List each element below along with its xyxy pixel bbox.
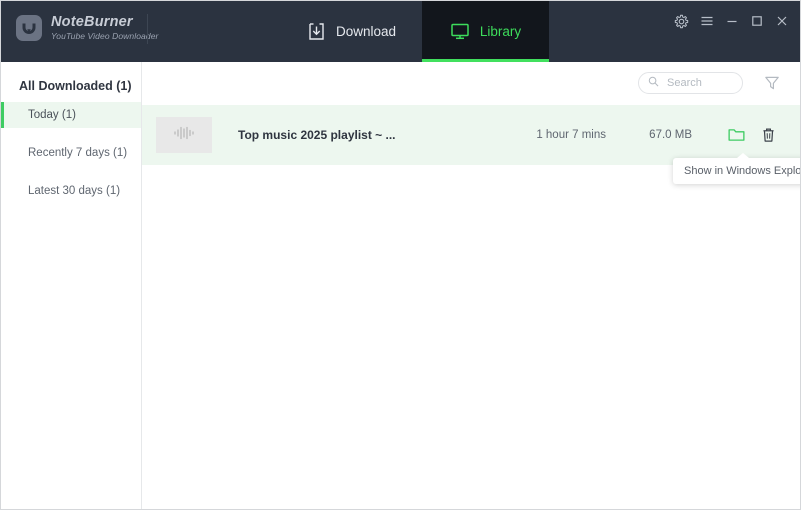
download-tray-icon — [307, 22, 326, 41]
sidebar-item-latest-30-days[interactable]: Latest 30 days (1) — [1, 178, 141, 204]
row-size: 67.0 MB — [649, 129, 692, 141]
header-divider — [147, 14, 148, 44]
tab-library-label: Library — [479, 24, 522, 39]
sidebar-item-label: Latest 30 days (1) — [28, 185, 121, 197]
window-controls — [669, 10, 794, 32]
trash-icon[interactable] — [758, 125, 778, 145]
menu-button[interactable] — [694, 10, 719, 32]
sidebar-item-label: Recently 7 days (1) — [28, 147, 128, 159]
folder-open-icon[interactable] — [726, 125, 746, 145]
tooltip-text: Show in Windows Explorer — [684, 165, 801, 177]
brand-text: NoteBurner YouTube Video Downloader — [51, 14, 159, 42]
row-duration: 1 hour 7 mins — [536, 129, 606, 141]
tooltip: Show in Windows Explorer — [673, 153, 801, 184]
tab-download[interactable]: Download — [281, 1, 422, 62]
download-list: Top music 2025 playlist ~ ... 1 hour 7 m… — [142, 105, 800, 165]
app-window: NoteBurner YouTube Video Downloader Down… — [0, 0, 801, 510]
sidebar-title: All Downloaded (1) — [19, 79, 132, 93]
close-button[interactable] — [769, 10, 794, 32]
sidebar-list: Today (1) Recently 7 days (1) Latest 30 … — [1, 102, 141, 204]
tab-library[interactable]: Library — [422, 1, 550, 62]
brand-subtitle: YouTube Video Downloader — [51, 31, 159, 42]
sidebar-item-label: Today (1) — [28, 109, 76, 121]
table-row[interactable]: Top music 2025 playlist ~ ... 1 hour 7 m… — [142, 105, 800, 165]
filter-funnel-icon[interactable] — [762, 73, 782, 93]
sidebar: All Downloaded (1) Today (1) Recently 7 … — [1, 62, 142, 509]
library-panel: Top music 2025 playlist ~ ... 1 hour 7 m… — [142, 62, 800, 509]
search-input[interactable] — [665, 76, 741, 90]
row-title: Top music 2025 playlist ~ ... — [238, 128, 396, 142]
audio-waveform-icon — [173, 125, 195, 146]
minimize-button[interactable] — [719, 10, 744, 32]
monitor-icon — [450, 22, 470, 41]
library-toolbar — [142, 62, 800, 105]
search-icon — [648, 74, 659, 92]
sidebar-item-recently-7-days[interactable]: Recently 7 days (1) — [1, 140, 141, 166]
main-nav: Download Library — [281, 1, 550, 62]
search-box[interactable] — [638, 72, 743, 94]
row-actions — [726, 125, 778, 145]
tab-download-label: Download — [336, 24, 397, 39]
sidebar-item-today[interactable]: Today (1) — [1, 102, 141, 128]
brand-name: NoteBurner — [51, 14, 133, 30]
thumbnail — [156, 117, 212, 153]
content-area: All Downloaded (1) Today (1) Recently 7 … — [1, 62, 800, 509]
brand: NoteBurner YouTube Video Downloader — [16, 14, 159, 42]
title-bar: NoteBurner YouTube Video Downloader Down… — [1, 1, 800, 62]
noteburner-logo-icon — [16, 15, 42, 42]
maximize-button[interactable] — [744, 10, 769, 32]
settings-gear-button[interactable] — [669, 10, 694, 32]
